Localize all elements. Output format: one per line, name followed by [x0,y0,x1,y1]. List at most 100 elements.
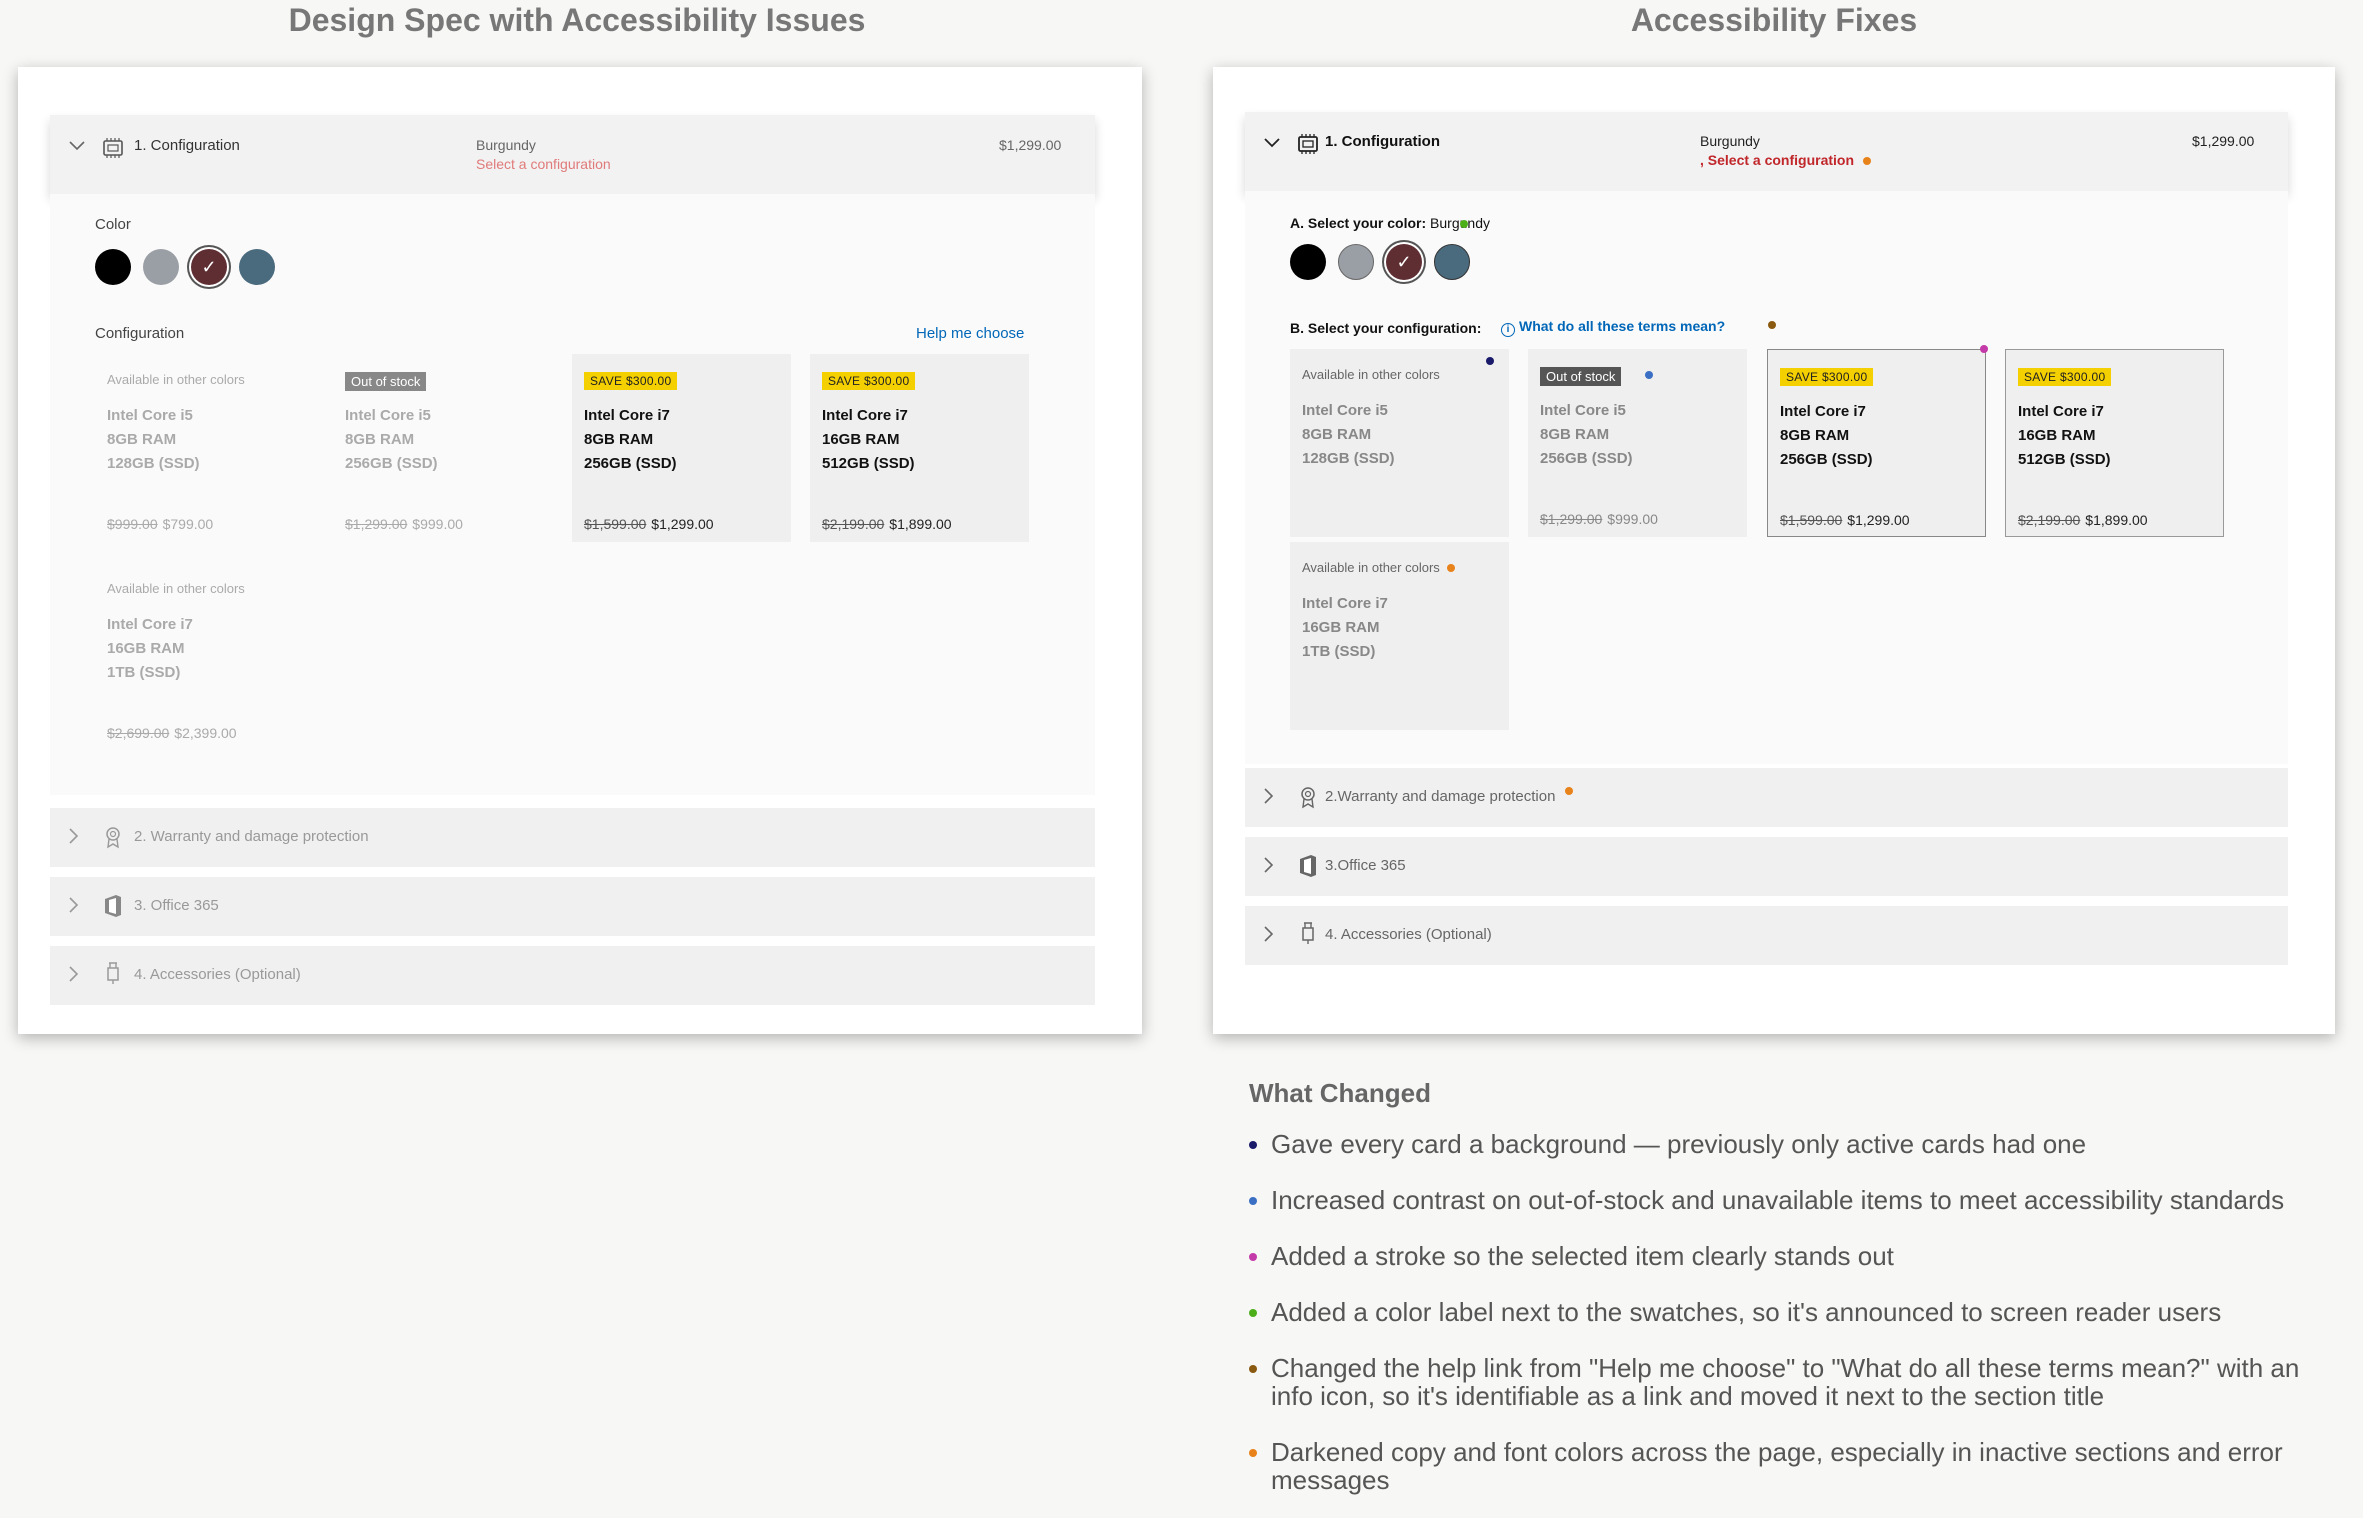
warranty-section-header[interactable]: 2.Warranty and damage protection [1245,768,2288,827]
configuration-price: $1,299.00 [999,137,1062,153]
config-card[interactable]: Available in other colors Intel Core i7 … [1290,542,1509,730]
configuration-section-header[interactable]: 1. Configuration Burgundy Select a confi… [50,115,1095,194]
card-new-price: $1,899.00 [889,516,952,532]
config-card[interactable]: Available in other colors Intel Core i5 … [95,354,314,542]
change-marker-orange [1863,157,1871,165]
swatch-gray[interactable] [143,249,179,285]
configuration-title: 1. Configuration [134,137,240,154]
configuration-label: Configuration [95,325,185,342]
usb-plug-icon [1295,920,1321,946]
config-card[interactable]: Available in other colors Intel Core i7 … [95,563,314,751]
configuration-title: 1. Configuration [1325,133,1440,150]
card-ram: 8GB RAM [584,431,654,448]
config-card[interactable]: Out of stock Intel Core i5 8GB RAM 256GB… [333,354,552,542]
config-card-selected[interactable]: SAVE $300.00 Intel Core i7 8GB RAM 256GB… [1767,345,1988,537]
swatch-black[interactable] [95,249,131,285]
office-logo-icon [1295,853,1321,879]
office-section-header[interactable]: 3. Office 365 [50,877,1095,936]
swatch-gray[interactable] [1338,244,1374,280]
card-tag: Available in other colors [107,581,245,596]
chevron-down-icon[interactable] [1264,138,1280,148]
configuration-section-body: Color ✓ Configuration Help me choose Ava… [50,194,1095,795]
card-old-price: $2,199.00 [2018,512,2081,528]
card-storage: 256GB (SSD) [1780,451,1873,468]
office-logo-icon [100,893,126,919]
accessories-section-header[interactable]: 4. Accessories (Optional) [1245,906,2288,965]
card-new-price: $999.00 [1607,511,1658,527]
card-storage: 256GB (SSD) [584,455,677,472]
help-me-choose-link[interactable]: Help me choose [916,325,1024,342]
chevron-right-icon[interactable] [1264,788,1274,804]
config-card[interactable]: Out of stock Intel Core i5 8GB RAM 256GB… [1528,349,1747,537]
card-processor: Intel Core i5 [345,407,431,424]
configuration-section-header[interactable]: 1. Configuration Burgundy , Select a con… [1245,112,2288,191]
card-storage: 1TB (SSD) [107,664,181,681]
configuration-label: B. Select your configuration: [1290,320,1482,336]
what-changed-title: What Changed [1249,1078,1431,1108]
card-processor: Intel Core i5 [107,407,193,424]
card-ram: 8GB RAM [1302,426,1372,443]
card-processor: Intel Core i7 [1302,595,1388,612]
swatch-teal[interactable] [1434,244,1470,280]
right-fixed-panel: 1. Configuration Burgundy , Select a con… [1213,67,2335,1034]
change-item: Darkened copy and font colors across the… [1249,1438,2329,1494]
config-card[interactable]: SAVE $300.00 Intel Core i7 16GB RAM 512G… [810,354,1029,542]
card-storage: 128GB (SSD) [107,455,200,472]
config-card-selected[interactable]: SAVE $300.00 Intel Core i7 8GB RAM 256GB… [572,354,791,542]
chevron-down-icon[interactable] [69,141,85,151]
office-section-title: 3. Office 365 [134,897,219,914]
chevron-right-icon[interactable] [69,897,79,913]
error-message: Select a configuration [476,156,611,172]
bullet-brown [1249,1365,1257,1373]
bullet-orange [1249,1449,1257,1457]
swatch-burgundy[interactable]: ✓ [191,249,227,285]
card-new-price: $1,899.00 [2085,512,2148,528]
bullet-blue [1249,1197,1257,1205]
accessories-section-title: 4. Accessories (Optional) [1325,926,1492,943]
swatch-teal[interactable] [239,249,275,285]
sale-badge: SAVE $300.00 [2018,368,2112,386]
card-ram: 8GB RAM [1780,427,1850,444]
change-marker-brown [1768,321,1776,329]
warranty-section-title: 2.Warranty and damage protection [1325,788,1556,805]
accessories-section-header[interactable]: 4. Accessories (Optional) [50,946,1095,1005]
help-link[interactable]: i What do all these terms mean? [1501,318,1725,337]
card-new-price: $999.00 [412,516,463,532]
change-marker-navy [1486,357,1494,365]
swatch-black[interactable] [1290,244,1326,280]
changes-list: Gave every card a background — previousl… [1249,1130,2329,1518]
chevron-right-icon[interactable] [1264,926,1274,942]
card-old-price: $2,199.00 [822,516,885,532]
configuration-section-body: A. Select your color: Burgundy ✓ B. Sele… [1245,191,2288,764]
info-icon: i [1501,323,1515,337]
award-ribbon-icon [1295,784,1321,810]
office-section-header[interactable]: 3.Office 365 [1245,837,2288,896]
config-card[interactable]: Available in other colors Intel Core i5 … [1290,349,1509,537]
card-new-price: $799.00 [162,516,214,532]
left-design-panel: 1. Configuration Burgundy Select a confi… [18,67,1142,1034]
change-marker-orange [1447,564,1455,572]
card-new-price: $1,299.00 [651,516,714,532]
card-processor: Intel Core i7 [1780,403,1866,420]
chevron-right-icon[interactable] [1264,857,1274,873]
out-of-stock-badge: Out of stock [1540,367,1622,386]
config-card[interactable]: SAVE $300.00 Intel Core i7 16GB RAM 512G… [2005,349,2224,537]
card-storage: 256GB (SSD) [1540,450,1633,467]
card-ram: 8GB RAM [107,431,177,448]
chevron-right-icon[interactable] [69,828,79,844]
warranty-section-title: 2. Warranty and damage protection [134,828,369,845]
swatch-burgundy[interactable]: ✓ [1386,244,1422,280]
selected-color-summary: Burgundy [476,137,536,153]
right-column-title: Accessibility Fixes [1630,2,1918,38]
card-storage: 512GB (SSD) [822,455,915,472]
card-processor: Intel Core i7 [2018,403,2104,420]
card-processor: Intel Core i5 [1540,402,1626,419]
processor-chip-icon [100,135,126,161]
card-old-price: $1,599.00 [584,516,647,532]
office-section-title: 3.Office 365 [1325,857,1406,874]
warranty-section-header[interactable]: 2. Warranty and damage protection [50,808,1095,867]
card-new-price: $2,399.00 [174,725,237,741]
chevron-right-icon[interactable] [69,966,79,982]
card-ram: 16GB RAM [822,431,900,448]
card-storage: 256GB (SSD) [345,455,438,472]
